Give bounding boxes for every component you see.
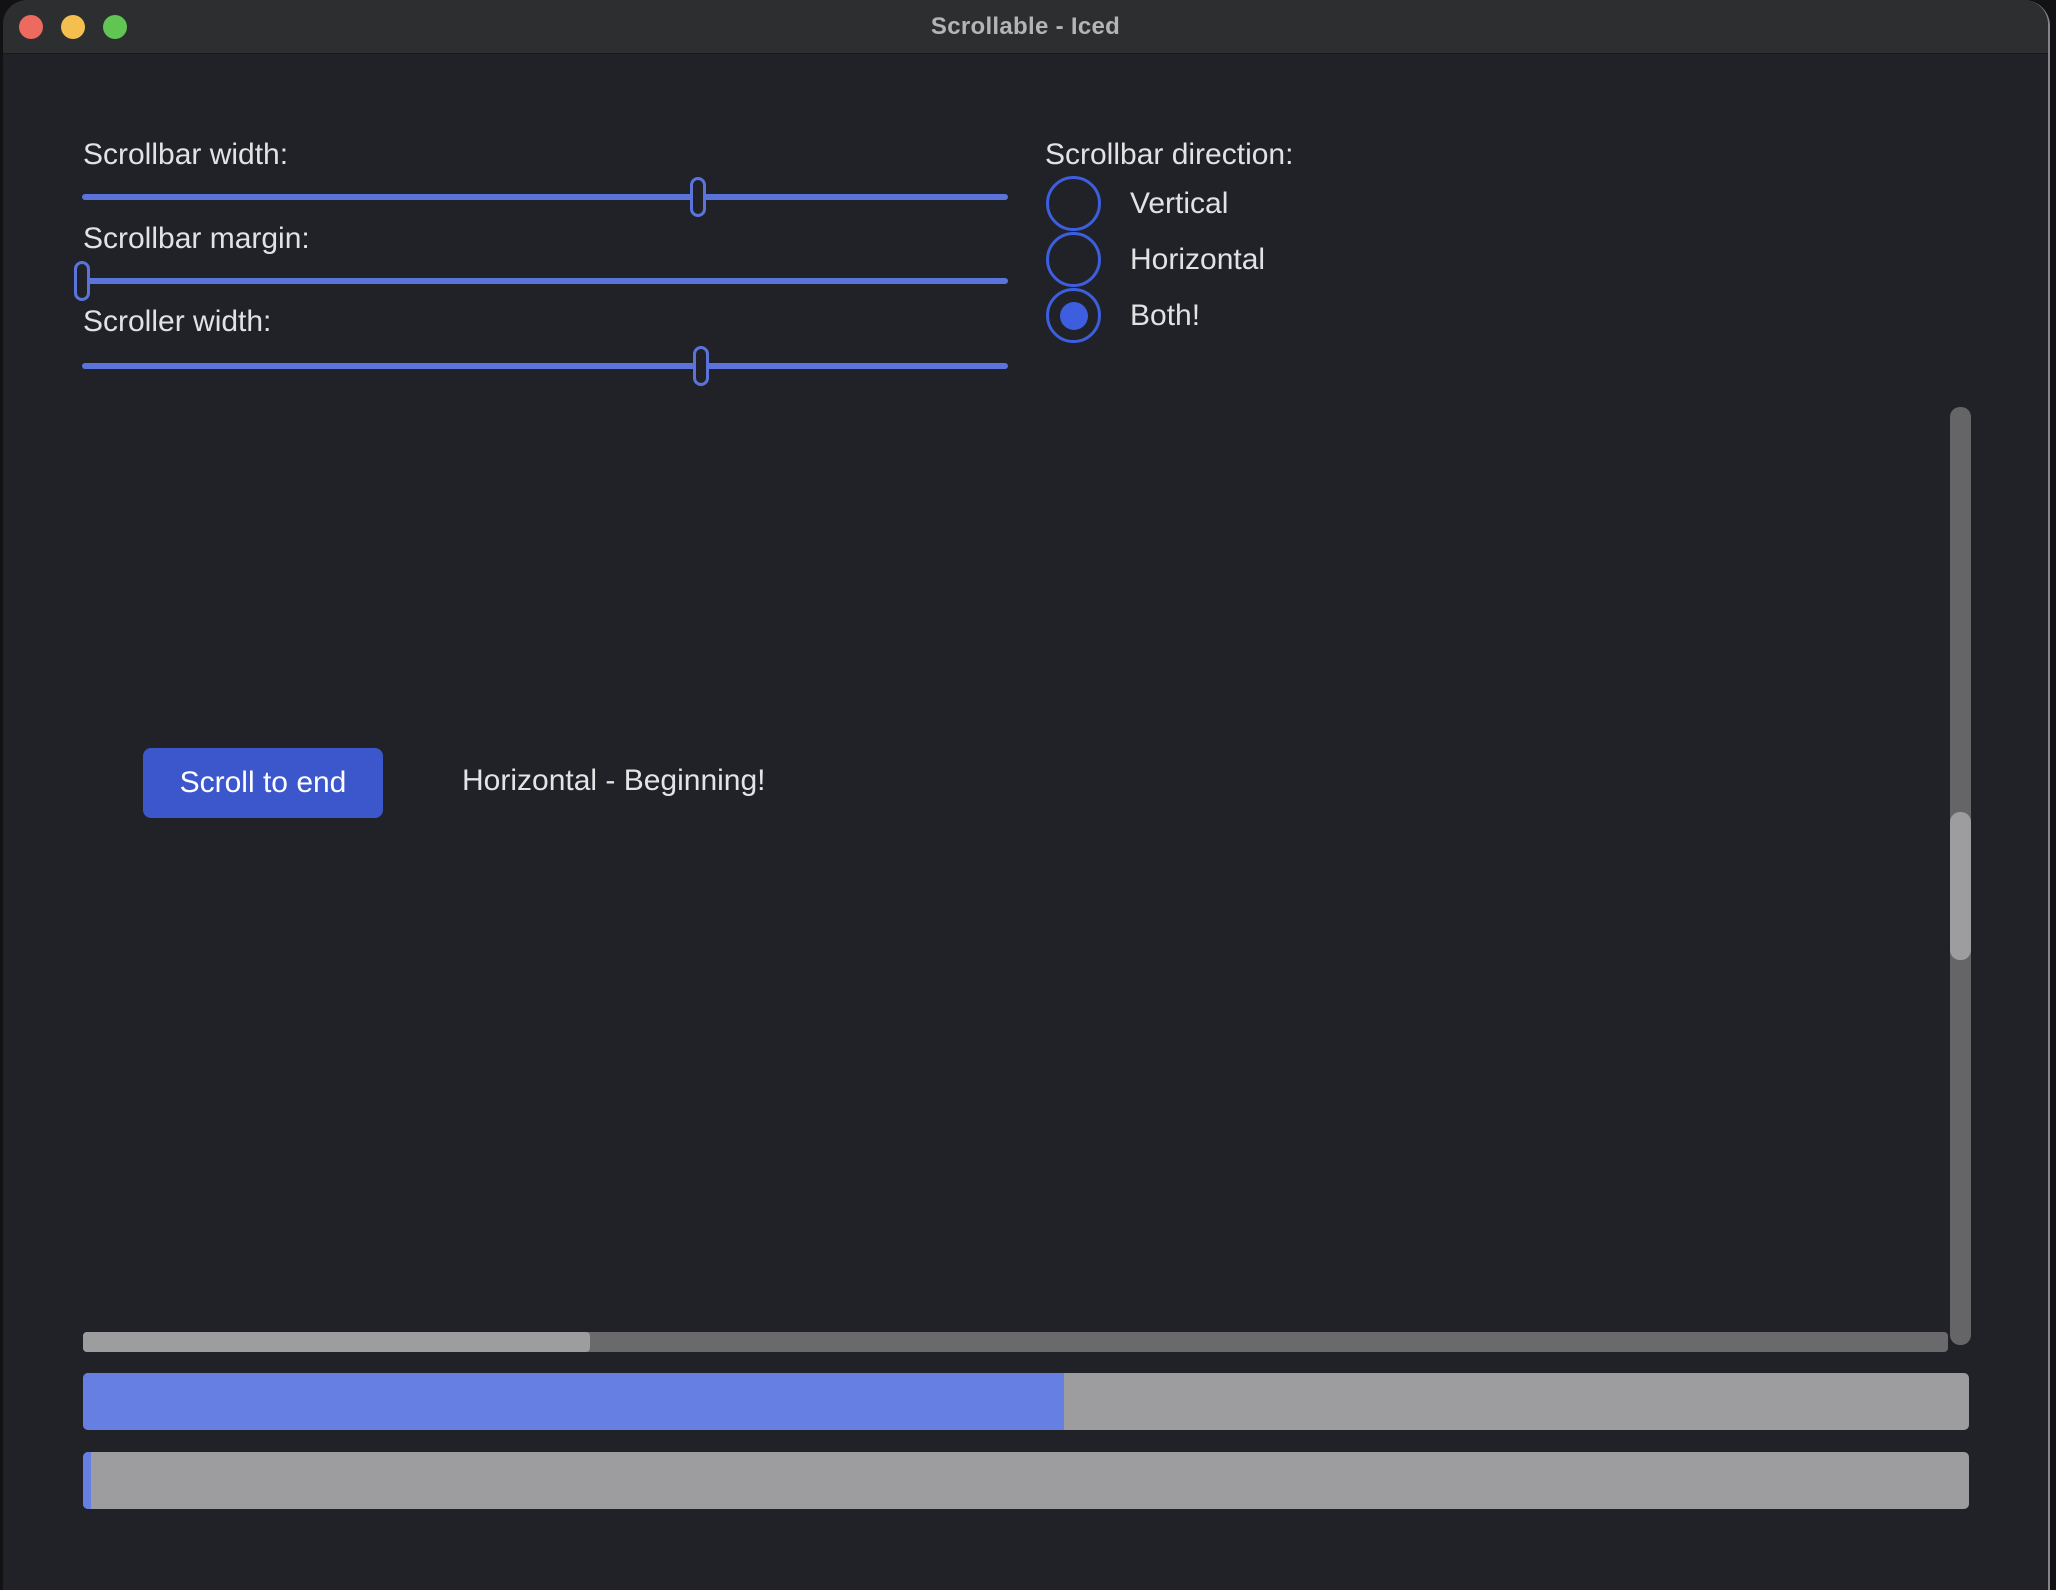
radio-label: Vertical	[1130, 187, 1228, 221]
title-bar: Scrollable - Iced	[3, 0, 2048, 54]
vertical-scrollbar-track[interactable]	[1950, 407, 1971, 1345]
scroll-to-end-button[interactable]: Scroll to end	[143, 748, 383, 818]
radio-both[interactable]: Both!	[1046, 288, 1200, 343]
scrollbar-width-slider[interactable]	[82, 177, 1008, 217]
slider-track[interactable]	[82, 278, 1008, 284]
progress-bar-1	[83, 1373, 1969, 1430]
radio-label: Horizontal	[1130, 243, 1265, 277]
screen: Scrollable - Iced Scrollbar width: Scrol…	[0, 0, 2056, 1590]
vertical-scrollbar-thumb[interactable]	[1950, 812, 1971, 960]
horizontal-scrollbar-thumb[interactable]	[83, 1332, 590, 1352]
scroller-width-label: Scroller width:	[83, 305, 271, 339]
progress-bar-2-fill	[83, 1452, 91, 1509]
radio-label: Both!	[1130, 299, 1200, 333]
slider-track[interactable]	[82, 363, 1008, 369]
scrollbar-margin-label: Scrollbar margin:	[83, 222, 310, 256]
slider-handle[interactable]	[693, 346, 709, 386]
horizontal-scrollbar-track[interactable]	[83, 1332, 1948, 1352]
window-title: Scrollable - Iced	[3, 0, 2048, 53]
radio-circle-icon[interactable]	[1046, 176, 1101, 231]
slider-handle[interactable]	[74, 261, 90, 301]
scrollbar-direction-label: Scrollbar direction:	[1045, 138, 1293, 172]
radio-horizontal[interactable]: Horizontal	[1046, 232, 1265, 287]
radio-circle-icon[interactable]	[1046, 288, 1101, 343]
progress-bar-1-fill	[83, 1373, 1064, 1430]
scroll-status-text: Horizontal - Beginning!	[462, 764, 766, 798]
app-window: Scrollable - Iced Scrollbar width: Scrol…	[3, 0, 2050, 1590]
progress-bar-2	[83, 1452, 1969, 1509]
slider-handle[interactable]	[690, 177, 706, 217]
radio-circle-icon[interactable]	[1046, 232, 1101, 287]
slider-track[interactable]	[82, 194, 1008, 200]
radio-vertical[interactable]: Vertical	[1046, 176, 1228, 231]
scrollbar-margin-slider[interactable]	[82, 261, 1008, 301]
scroller-width-slider[interactable]	[82, 346, 1008, 386]
scrollbar-width-label: Scrollbar width:	[83, 138, 288, 172]
